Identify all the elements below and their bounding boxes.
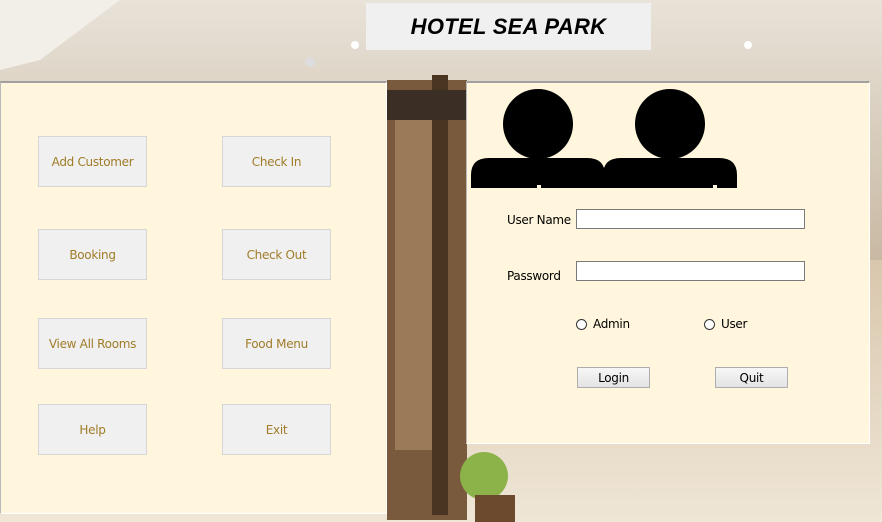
view-all-rooms-button[interactable]: View All Rooms [38,318,147,369]
login-panel: User Name Password Admin User Login Quit [466,81,870,444]
food-menu-button[interactable]: Food Menu [222,318,331,369]
password-label: Password [507,269,561,283]
main-menu-panel: Add Customer Check In Booking Check Out … [0,81,387,514]
username-label: User Name [507,213,571,227]
user-radio-label: User [721,317,748,331]
quit-button[interactable]: Quit [715,367,788,388]
admin-radio[interactable]: Admin [576,317,630,331]
check-out-button[interactable]: Check Out [222,229,331,280]
add-customer-button[interactable]: Add Customer [38,136,147,187]
check-in-button[interactable]: Check In [222,136,331,187]
app-title-banner: HOTEL SEA PARK [366,3,651,50]
help-button[interactable]: Help [38,404,147,455]
admin-radio-label: Admin [593,317,630,331]
password-input[interactable] [576,261,805,281]
users-icon [471,89,737,189]
booking-button[interactable]: Booking [38,229,147,280]
username-input[interactable] [576,209,805,229]
app-title: HOTEL SEA PARK [410,13,607,39]
user-radio-circle[interactable] [704,318,715,330]
exit-button[interactable]: Exit [222,404,331,455]
user-radio[interactable]: User [704,317,747,331]
login-button[interactable]: Login [577,367,650,388]
admin-radio-circle[interactable] [576,318,587,330]
